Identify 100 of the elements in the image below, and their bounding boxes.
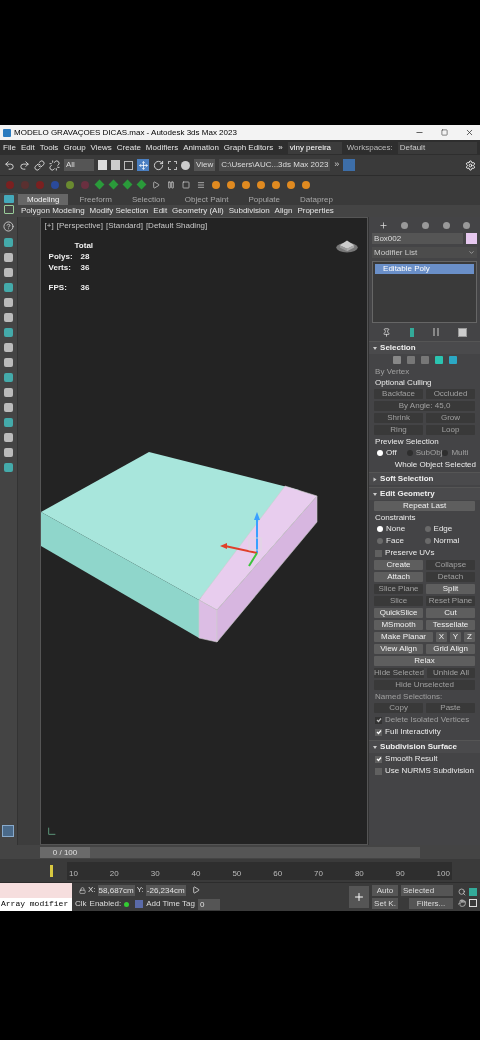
rollout-header[interactable]: Selection [369, 342, 480, 354]
panel-tab-icon[interactable] [401, 221, 409, 229]
rollout-header[interactable]: Soft Selection [369, 473, 480, 485]
link-icon[interactable] [34, 159, 45, 171]
modifier-list-dropdown[interactable]: Modifier List [372, 247, 477, 258]
key-marker[interactable] [50, 864, 53, 877]
list-icon[interactable] [197, 180, 205, 189]
current-frame-field[interactable]: 0 [197, 898, 220, 910]
viewport-label[interactable]: [Perspective] [56, 220, 103, 232]
viewport-label[interactable]: [Default Shading] [145, 220, 208, 232]
undo-icon[interactable] [4, 159, 15, 171]
radio-button[interactable] [377, 526, 384, 532]
add-time-tag-label[interactable]: Add Time Tag [146, 898, 195, 910]
create-tab-icon[interactable] [378, 220, 388, 230]
pin-icon[interactable] [382, 327, 392, 337]
radio-button[interactable] [377, 450, 384, 456]
set-key-button[interactable]: Set K. [372, 898, 398, 909]
settings-icon[interactable] [465, 159, 476, 171]
ribbon-item[interactable]: Geometry (All) [172, 205, 224, 217]
panel-button[interactable]: Z [464, 632, 475, 642]
menu-item[interactable]: Graph Editors [223, 141, 274, 154]
checkbox[interactable] [375, 549, 383, 557]
more-tools[interactable]: » [334, 158, 340, 172]
radio-button[interactable] [424, 526, 431, 532]
menu-item[interactable]: » [278, 141, 283, 154]
selection-region-icon[interactable] [124, 160, 133, 170]
toolbar-icon[interactable] [122, 179, 133, 190]
time-slider[interactable]: 0 / 100 [40, 846, 420, 858]
menu-item[interactable]: File [3, 141, 16, 154]
auto-key-button[interactable]: Auto [372, 885, 398, 896]
lock-icon[interactable] [79, 886, 86, 894]
checkbox[interactable] [375, 767, 383, 775]
panel-button[interactable]: X [436, 632, 447, 642]
list-view-icon[interactable] [4, 205, 14, 214]
filters-button[interactable]: Filters... [409, 898, 453, 909]
ribbon-item[interactable]: Modify Selection [89, 205, 149, 217]
save-icon[interactable] [343, 159, 356, 171]
panel-button[interactable]: Grid Align [426, 644, 475, 654]
ribbon-item[interactable]: Edit [153, 205, 168, 217]
panel-button[interactable]: View Align [374, 644, 424, 654]
object-color-swatch[interactable] [466, 233, 477, 244]
workspace-dropdown[interactable]: Default [397, 141, 477, 154]
close-icon[interactable] [465, 128, 474, 137]
viewport[interactable]: [+] [Perspective] [Standard] [Default Shading] Total Polys: 28 Verts: 36 FPS: 36 [39, 217, 369, 845]
toolbar-icon[interactable] [108, 179, 119, 190]
menu-item[interactable]: Create [116, 141, 141, 154]
menu-item[interactable]: Edit [20, 141, 35, 154]
zoom-all-icon[interactable] [469, 887, 477, 896]
unlink-icon[interactable] [49, 159, 60, 171]
toolbar-icon[interactable] [94, 179, 105, 190]
move-icon[interactable] [137, 159, 149, 171]
menu-item[interactable]: Views [90, 141, 112, 154]
help-icon[interactable] [2, 221, 14, 232]
radio-button[interactable] [377, 538, 384, 544]
panel-tab-icon[interactable] [463, 221, 471, 229]
maximize-icon[interactable] [441, 129, 448, 136]
scale-icon[interactable] [168, 160, 177, 170]
project-path-dropdown[interactable]: C:\Users\AUC...3ds Max 2023 [219, 159, 331, 171]
ribbon-item[interactable]: Subdivision [228, 205, 270, 217]
panel-button[interactable]: Split [426, 584, 475, 594]
menu-item[interactable]: Modifiers [145, 141, 179, 154]
ribbon-tab[interactable]: Populate [239, 193, 289, 205]
toolbar-icon[interactable] [136, 179, 147, 190]
ribbon-item[interactable]: Polygon Modeling [21, 205, 85, 217]
stack-item[interactable]: Editable Poly [375, 264, 474, 274]
ribbon-tab[interactable]: Dataprep [291, 193, 342, 205]
menu-item[interactable]: Group [63, 141, 86, 154]
play-icon[interactable] [152, 180, 160, 189]
panel-button[interactable]: Cut [426, 608, 475, 618]
ribbon-item[interactable]: Properties [297, 205, 334, 217]
panel-button[interactable]: MSmooth [374, 620, 424, 630]
rollout-header[interactable]: Edit Geometry [369, 488, 480, 500]
pan-icon[interactable] [458, 898, 466, 907]
ribbon-tab[interactable]: Freeform [70, 193, 121, 205]
panel-button[interactable]: Make Planar [374, 632, 433, 642]
menu-item[interactable]: Animation [183, 141, 219, 154]
object-name-field[interactable]: Box002 [372, 233, 463, 244]
y-coordinate-field[interactable]: -26,234cm [145, 884, 186, 896]
panel-tab-icon[interactable] [442, 221, 450, 229]
ribbon-tab[interactable]: Modeling [18, 193, 69, 205]
x-coordinate-field[interactable]: 58,687cm [97, 884, 135, 896]
pause-icon[interactable] [167, 180, 175, 189]
selection-filter-dropdown[interactable]: All [64, 159, 94, 171]
redo-icon[interactable] [19, 159, 30, 171]
ribbon-tab[interactable]: Object Paint [175, 193, 238, 205]
add-key-button[interactable] [349, 886, 369, 908]
time-tag-icon[interactable] [135, 900, 144, 908]
account-dropdown[interactable]: viny pereira [287, 141, 342, 154]
radio-button[interactable] [424, 538, 431, 544]
panel-button[interactable]: Repeat Last [374, 501, 475, 511]
panel-button[interactable]: QuickSlice [374, 608, 424, 618]
panel-button[interactable]: Create [374, 560, 424, 570]
panel-button[interactable]: Y [450, 632, 461, 642]
panel-button[interactable]: Tessellate [426, 620, 475, 630]
zoom-icon[interactable] [458, 887, 466, 896]
rotate-icon[interactable] [153, 159, 164, 171]
maximize-viewport-icon[interactable] [469, 898, 477, 907]
time-slider-thumb[interactable]: 0 / 100 [40, 846, 90, 858]
ribbon-tab[interactable]: Selection [122, 193, 174, 205]
viewport-label[interactable]: [Standard] [105, 220, 143, 232]
